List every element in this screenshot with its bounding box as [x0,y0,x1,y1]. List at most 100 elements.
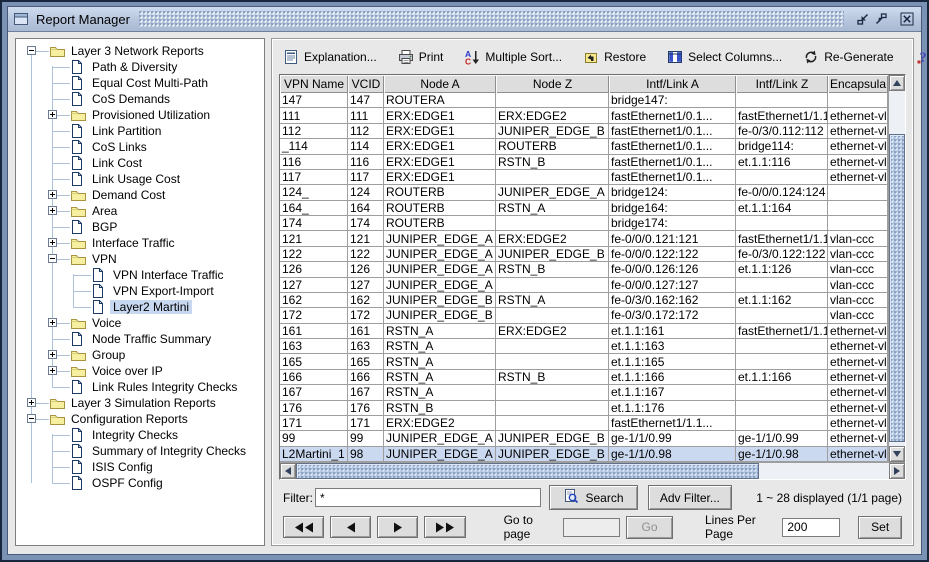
table-row[interactable]: 111111ERX:EDGE1ERX:EDGE2fastEthernet1/0.… [280,108,888,123]
set-button[interactable]: Set [858,516,902,539]
adv-filter-button[interactable]: Adv Filter... [648,485,733,510]
table-row[interactable]: 172172JUNIPER_EDGE_Bfe-0/3/0.172:172vlan… [280,308,888,323]
scroll-up-button[interactable] [889,75,905,91]
table-row[interactable]: 165165RSTN_Aet.1.1:165ethernet-vlan [280,354,888,369]
column-header[interactable]: Intf/Link A [609,75,736,93]
tree-item[interactable]: Node Traffic Summary [43,331,264,347]
tree-item[interactable]: Group [43,347,264,363]
table-row[interactable]: 121121JUNIPER_EDGE_AERX:EDGE2fe-0/0/0.12… [280,231,888,246]
tree-item[interactable]: Configuration Reports [22,411,264,427]
scroll-left-button[interactable] [280,463,296,479]
expand-toggle-icon[interactable] [48,110,57,119]
tree-item[interactable]: Provisioned Utilization [43,107,264,123]
vertical-scrollbar[interactable] [888,75,905,462]
column-header[interactable]: Encapsula [828,75,888,93]
table-row[interactable]: 171171ERX:EDGE2fastEthernet1/1.1...ether… [280,416,888,431]
tree-item[interactable]: VPN [43,251,264,267]
table-row[interactable]: 116116ERX:EDGE1RSTN_BfastEthernet1/0.1..… [280,155,888,170]
explanation-button[interactable]: Explanation... [283,49,377,65]
table-row[interactable]: 122122JUNIPER_EDGE_AJUNIPER_EDGE_Bfe-0/0… [280,247,888,262]
tree-item[interactable]: Link Rules Integrity Checks [43,379,264,395]
table-row[interactable]: 117117ERX:EDGE1fastEthernet1/0.1...ether… [280,170,888,185]
tree-item[interactable]: Equal Cost Multi-Path [43,75,264,91]
table-row[interactable]: 166166RSTN_ARSTN_Bet.1.1:166et.1.1:166et… [280,370,888,385]
title-bar[interactable]: Report Manager [8,7,921,32]
table-row[interactable]: 112112ERX:EDGE1JUNIPER_EDGE_BfastEtherne… [280,124,888,139]
next-page-button[interactable] [377,516,418,538]
table-row[interactable]: 126126JUNIPER_EDGE_ARSTN_Bfe-0/0/0.126:1… [280,262,888,277]
expand-toggle-icon[interactable] [48,350,57,359]
expand-toggle-icon[interactable] [48,238,57,247]
tree-item[interactable]: Voice [43,315,264,331]
table-row[interactable]: 161161RSTN_AERX:EDGE2et.1.1:161fastEther… [280,324,888,339]
tree-item[interactable]: VPN Export-Import [64,283,264,299]
table-row[interactable]: 163163RSTN_Aet.1.1:163ethernet-vlan [280,339,888,354]
search-button[interactable]: Search [549,485,637,510]
vertical-scrollbar-thumb[interactable] [889,134,905,443]
table-row[interactable]: L2Martini_198JUNIPER_EDGE_AJUNIPER_EDGE_… [280,447,888,462]
tree-item[interactable]: Voice over IP [43,363,264,379]
table-row[interactable]: 167167RSTN_Aet.1.1:167ethernet-vlan [280,385,888,400]
help-button[interactable]: ?Help [915,49,929,65]
tree-item[interactable]: Area [43,203,264,219]
table-row[interactable]: 162162JUNIPER_EDGE_BRSTN_Afe-0/3/0.162:1… [280,293,888,308]
table-row[interactable]: 147147ROUTERAbridge147: [280,93,888,108]
tree-item[interactable]: OSPF Config [43,475,264,491]
iconify-button[interactable] [854,10,872,28]
tree-item[interactable]: Demand Cost [43,187,264,203]
tree-item[interactable]: Link Cost [43,155,264,171]
horizontal-scrollbar[interactable] [280,462,905,479]
column-header[interactable]: Node A [384,75,496,93]
collapse-toggle-icon[interactable] [27,46,36,55]
tree-item[interactable]: Integrity Checks [43,427,264,443]
tree-item[interactable]: VPN Interface Traffic [64,267,264,283]
restore-button[interactable]: Restore [583,49,646,65]
maximize-button[interactable] [872,10,890,28]
tree-item[interactable]: Link Partition [43,123,264,139]
tree-item[interactable]: CoS Demands [43,91,264,107]
goto-page-input[interactable] [563,518,620,537]
table-row[interactable]: 124_124ROUTERBJUNIPER_EDGE_Abridge124:fe… [280,185,888,200]
last-page-button[interactable] [424,516,465,538]
column-header[interactable]: VCID [348,75,384,93]
expand-toggle-icon[interactable] [48,366,57,375]
tree-item[interactable]: BGP [43,219,264,235]
re-generate-button[interactable]: Re-Generate [803,49,893,65]
expand-toggle-icon[interactable] [27,398,36,407]
table-row[interactable]: 176176RSTN_Bet.1.1:176ethernet-vlan [280,401,888,416]
collapse-toggle-icon[interactable] [48,254,57,263]
table-row[interactable]: 127127JUNIPER_EDGE_Afe-0/0/0.127:127vlan… [280,278,888,293]
table-row[interactable]: _114114ERX:EDGE1ROUTERBfastEthernet1/0.1… [280,139,888,154]
first-page-button[interactable] [283,516,324,538]
scroll-down-button[interactable] [889,446,905,462]
go-button[interactable]: Go [626,516,673,539]
column-header[interactable]: VPN Name [280,75,348,93]
table-row[interactable]: 174174ROUTERBbridge174: [280,216,888,231]
scroll-right-button[interactable] [889,463,905,479]
prev-page-button[interactable] [330,516,371,538]
collapse-toggle-icon[interactable] [27,414,36,423]
lines-per-page-input[interactable] [782,518,840,537]
horizontal-scrollbar-thumb[interactable] [296,463,759,479]
column-header[interactable]: Node Z [496,75,609,93]
select-columns-button[interactable]: Select Columns... [667,49,782,65]
column-header[interactable]: Intf/Link Z [736,75,828,93]
tree-item[interactable]: Link Usage Cost [43,171,264,187]
tree-item[interactable]: Layer2 Martini [64,299,264,315]
table-row[interactable]: 164_164ROUTERBRSTN_Abridge164:et.1.1:164 [280,201,888,216]
tree-item[interactable]: ISIS Config [43,459,264,475]
tree-item[interactable]: Layer 3 Network Reports [22,43,264,59]
multiple-sort-button[interactable]: ACMultiple Sort... [464,49,562,65]
close-button[interactable] [898,10,916,28]
tree-item[interactable]: Layer 3 Simulation Reports [22,395,264,411]
tree-item[interactable]: CoS Links [43,139,264,155]
table-row[interactable]: 9999JUNIPER_EDGE_AJUNIPER_EDGE_Bge-1/1/0… [280,431,888,446]
tree-item[interactable]: Interface Traffic [43,235,264,251]
expand-toggle-icon[interactable] [48,190,57,199]
print-button[interactable]: Print [398,49,444,65]
filter-input[interactable] [315,488,541,507]
tree-item[interactable]: Summary of Integrity Checks [43,443,264,459]
tree-item[interactable]: Path & Diversity [43,59,264,75]
expand-toggle-icon[interactable] [48,206,57,215]
expand-toggle-icon[interactable] [48,318,57,327]
